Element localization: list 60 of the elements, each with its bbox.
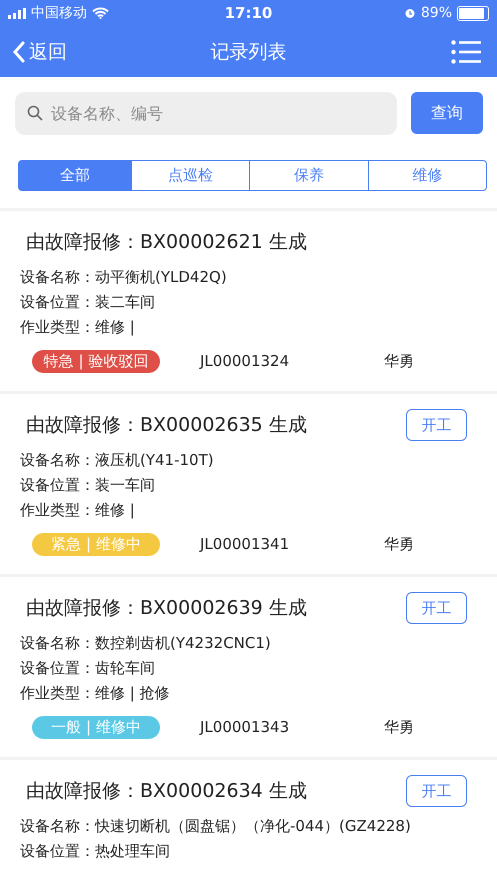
person-name: 华勇 [384,534,414,554]
person-name: 华勇 [384,718,414,736]
filter-tab[interactable]: 全部 [18,160,132,191]
record-card[interactable]: 由故障报修：BX00002621 生成 设备名称：动平衡机(YLD42Q) 设备位置：装二车间 作业类型：维修 | 特急 | 验收驳回 JL00001324 华勇 [0,211,497,391]
page-title: 记录列表 [210,40,286,64]
clock-time: 17:10 [224,4,272,22]
record-title: 由故障报修：BX00002635 生成 [26,413,307,438]
carrier-name: 中国移动 [31,4,87,22]
field-value: 动平衡机(YLD42Q) [95,268,227,287]
wifi-icon [92,7,109,19]
field-value: 快速切断机（圆盘锯）（净化-044）(GZ4228) [95,817,411,836]
field-value: 液压机(Y41-10T) [95,451,214,470]
field-value: 齿轮车间 [95,659,155,678]
field-label: 作业类型： [20,684,95,703]
alarm-icon [404,7,416,19]
record-number: JL00001324 [200,352,290,370]
filter-tab[interactable]: 维修 [368,160,487,191]
field-label: 设备位置： [20,476,95,495]
field-label: 设备位置： [20,293,95,312]
status-badge: 紧急 | 维修中 [32,532,160,556]
field-label: 设备名称： [20,268,95,287]
query-button[interactable]: 查询 [411,92,483,134]
record-number: JL00001343 [200,718,290,736]
field-value: 维修 | 抢修 [95,684,170,703]
record-card[interactable]: 由故障报修：BX00002635 生成 开工 设备名称：液压机(Y41-10T) 设备位置：装一车间 作业类型：维修 | 紧急 | 维修中 JL00001341 华勇 [0,394,497,574]
chevron-left-icon [12,40,25,62]
field-value: 装二车间 [95,293,155,312]
field-label: 设备名称： [20,451,95,470]
field-label: 设备位置： [20,842,95,861]
back-button[interactable]: 返回 [12,38,67,64]
field-label: 设备名称： [20,634,95,653]
field-value: 装一车间 [95,476,155,495]
field-value: 数控剃齿机(Y4232CNC1) [95,634,271,653]
menu-icon[interactable] [451,40,481,64]
person-name: 华勇 [384,352,414,370]
start-button[interactable]: 开工 [406,409,467,441]
battery-icon [457,6,489,20]
field-value: 维修 | [95,318,135,337]
filter-tab[interactable]: 点巡检 [131,160,250,191]
field-label: 作业类型： [20,318,95,337]
signal-icon [8,8,26,18]
record-title: 由故障报修：BX00002639 生成 [26,596,307,621]
field-value: 维修 | [95,501,135,520]
start-button[interactable]: 开工 [406,775,467,807]
record-card[interactable]: 由故障报修：BX00002639 生成 开工 设备名称：数控剃齿机(Y4232CNC1) 设备位置：齿轮车间 作业类型：维修 | 抢修 一般 | 维修中 JL00001343 华勇 [0,577,497,757]
field-label: 作业类型： [20,501,95,520]
field-label: 设备位置： [20,659,95,678]
field-value: 热处理车间 [95,842,170,861]
battery-percent: 89% [420,5,452,21]
search-field[interactable]: 设备名称、编号 [15,92,397,134]
field-label: 设备名称： [20,817,95,836]
record-title: 由故障报修：BX00002634 生成 [26,779,307,804]
record-card[interactable]: 由故障报修：BX00002634 生成 开工 设备名称：快速切断机（圆盘锯）（净化-044）(GZ4228) 设备位置：热处理车间 [0,760,497,883]
filter-tab[interactable]: 保养 [249,160,369,191]
start-button[interactable]: 开工 [406,592,467,624]
status-badge: 特急 | 验收驳回 [32,350,160,372]
record-number: JL00001341 [200,535,290,553]
search-icon [27,104,43,120]
status-badge: 一般 | 维修中 [32,716,160,738]
record-title: 由故障报修：BX00002621 生成 [26,230,307,255]
